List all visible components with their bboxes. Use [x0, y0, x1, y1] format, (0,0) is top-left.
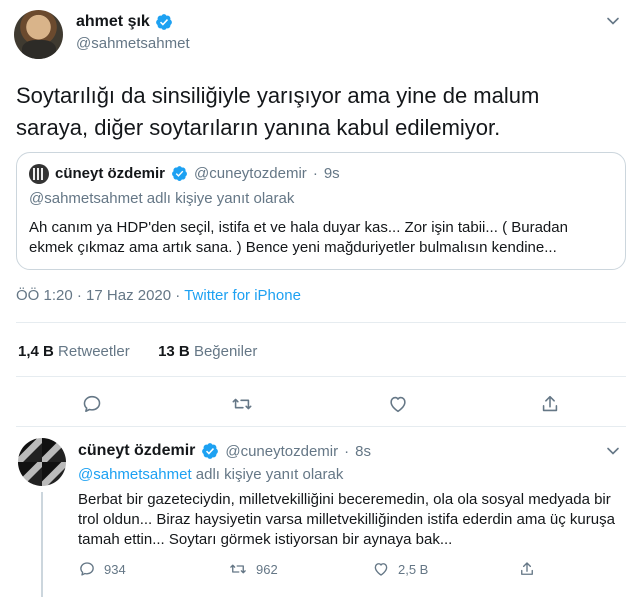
quote-author-handle: @cuneytozdemir: [194, 165, 307, 182]
divider: [16, 322, 626, 323]
reply-button[interactable]: [78, 390, 106, 418]
retweet-icon: [232, 398, 252, 410]
likes-label: Beğeniler: [193, 343, 258, 360]
retweet-button[interactable]: 962: [228, 560, 278, 578]
quote-age: 9s: [323, 165, 340, 182]
retweets-stat[interactable]: 1,4 B Retweetler: [18, 343, 134, 360]
avatar: [29, 164, 49, 184]
reply-to-suffix: adlı kişiye yanıt olarak: [195, 466, 344, 483]
likes-stat[interactable]: 13 B Beğeniler: [158, 343, 257, 360]
tweet-meta: ÖÖ 1:20 · 17 Haz 2020 · Twitter for iPho…: [16, 287, 301, 304]
divider: [16, 376, 626, 377]
reply-text: Berbat bir gazeteciydin, milletvekilliği…: [78, 491, 615, 548]
chevron-down-icon[interactable]: [606, 14, 620, 28]
like-count: 2,5 B: [398, 561, 429, 577]
reply-icon: [83, 395, 101, 413]
tweet-date[interactable]: 17 Haz 2020: [86, 287, 171, 304]
author-name[interactable]: ahmet şık: [76, 13, 150, 31]
tweet-time[interactable]: ÖÖ 1:20: [16, 287, 73, 304]
separator: ·: [76, 287, 82, 304]
separator: ·: [344, 442, 350, 460]
retweets-count: 1,4 B: [18, 343, 54, 360]
retweets-label: Retweetler: [58, 343, 130, 360]
reply-header: cüneyt özdemir @cuneytozdemir · 8s: [78, 442, 371, 460]
tweet-text: Soytarılığı da sinsiliğiyle yarışıyor am…: [16, 83, 540, 140]
quoted-tweet[interactable]: cüneyt özdemir @cuneytozdemir · 9s @sahm…: [16, 152, 626, 270]
separator: ·: [175, 287, 181, 304]
author-name-row[interactable]: ahmet şık: [76, 13, 173, 31]
retweet-button[interactable]: [228, 390, 256, 418]
quote-text: Ah canım ya HDP'den seçil, istifa et ve …: [29, 219, 568, 256]
likes-count: 13 B: [158, 343, 190, 360]
like-button[interactable]: 2,5 B: [372, 560, 428, 578]
separator: ·: [312, 165, 318, 182]
avatar[interactable]: [18, 438, 66, 486]
author-handle[interactable]: @sahmetsahmet: [76, 35, 190, 52]
reply-context: @sahmetsahmet adlı kişiye yanıt olarak: [78, 466, 343, 483]
reply-button[interactable]: 934: [78, 560, 126, 578]
verified-icon: [202, 443, 219, 459]
tweet-action-bar: [0, 390, 640, 420]
share-icon: [521, 562, 533, 575]
verified-icon: [155, 14, 172, 30]
quote-author-name: cüneyt özdemir: [55, 165, 166, 182]
like-icon: [374, 563, 388, 576]
reply-author-handle[interactable]: @cuneytozdemir: [225, 443, 338, 460]
like-icon: [390, 396, 406, 413]
reply-icon: [80, 562, 94, 576]
reply-action-bar: 934 962 2,5 B: [0, 560, 640, 584]
retweet-icon: [230, 564, 246, 574]
share-button[interactable]: [536, 390, 564, 418]
quote-reply-context: @sahmetsahmet adlı kişiye yanıt olarak: [29, 190, 295, 207]
reply-count: 934: [104, 561, 126, 577]
verified-icon: [172, 166, 187, 181]
tweet-stats: 1,4 B Retweetler 13 B Beğeniler: [18, 343, 257, 360]
reply-author-name[interactable]: cüneyt özdemir: [78, 442, 195, 460]
reply-age[interactable]: 8s: [355, 443, 371, 460]
quote-header: cüneyt özdemir @cuneytozdemir · 9s: [55, 165, 340, 182]
chevron-down-icon[interactable]: [606, 444, 620, 458]
divider: [16, 426, 626, 427]
avatar[interactable]: [14, 10, 63, 59]
tweet-source-link[interactable]: Twitter for iPhone: [184, 287, 301, 304]
retweet-count: 962: [256, 561, 278, 577]
share-icon: [542, 395, 558, 412]
like-button[interactable]: [384, 390, 412, 418]
reply-to-link[interactable]: @sahmetsahmet: [78, 466, 192, 483]
share-button[interactable]: [518, 560, 536, 578]
